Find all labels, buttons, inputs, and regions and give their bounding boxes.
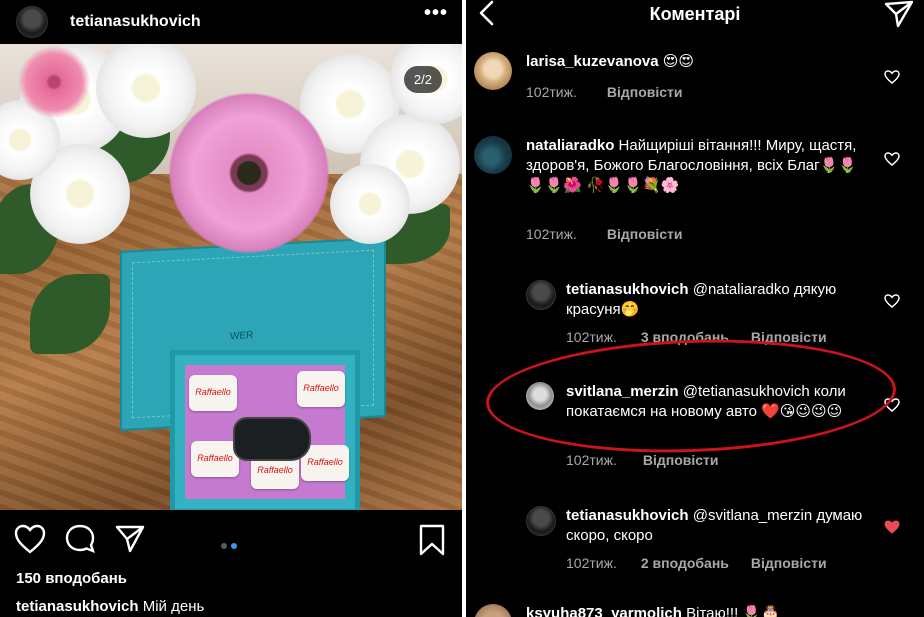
post-author-username[interactable]: tetianasukhovich (70, 13, 201, 31)
comment-username[interactable]: ksyuha873_yarmolich (526, 605, 682, 617)
carousel-dot-active (231, 543, 237, 549)
comment-time: 102тиж. (566, 555, 617, 571)
reply-item: tetianasukhovich @svitlana_merzin думаю … (566, 506, 866, 546)
post-panel: tetianasukhovich ••• WER Raffaello Raffa… (0, 0, 462, 617)
commenter-avatar[interactable] (474, 136, 512, 174)
commenter-avatar[interactable] (474, 604, 512, 617)
comment-meta: 102тиж. Відповісти (526, 84, 711, 100)
comment-username[interactable]: nataliaradko (526, 137, 614, 154)
white-chrysanthemum (330, 164, 410, 244)
comment-likes-count[interactable]: 2 вподобань (641, 555, 729, 571)
comments-panel: Коментарі larisa_kuzevanova 😍😍 102тиж. Ві… (466, 0, 924, 617)
carousel-indicator (221, 536, 241, 554)
post-photo[interactable]: WER Raffaello Raffaello Raffaello Raffae… (0, 44, 462, 510)
comment-item: ksyuha873_yarmolich Вітаю!!! 🌷🎂 (526, 604, 866, 617)
pink-gerbera-small (14, 44, 94, 122)
send-icon[interactable] (884, 0, 914, 28)
reply-item: tetianasukhovich @nataliaradko дякую кра… (566, 280, 866, 320)
car-key (233, 417, 311, 461)
reply-button[interactable]: Відповісти (643, 452, 719, 468)
share-icon[interactable] (114, 524, 146, 554)
box-contents: Raffaello Raffaello Raffaello Raffaello … (185, 365, 349, 499)
post-action-bar (0, 516, 462, 562)
open-gift-box: Raffaello Raffaello Raffaello Raffaello … (170, 350, 360, 510)
comment-username[interactable]: larisa_kuzevanova (526, 53, 659, 70)
raffaello-candy: Raffaello (189, 375, 237, 411)
post-caption: tetianasukhovich Мій день (16, 598, 204, 615)
comment-icon[interactable] (64, 524, 96, 554)
post-author-avatar[interactable] (16, 6, 48, 38)
comment-meta: 102тиж. Відповісти (566, 452, 747, 468)
comment-username[interactable]: tetianasukhovich (566, 281, 689, 298)
comment-text: Вітаю!!! 🌷🎂 (686, 605, 780, 617)
comment-time: 102тиж. (526, 226, 577, 242)
reply-button[interactable]: Відповісти (607, 226, 683, 242)
commenter-avatar[interactable] (526, 506, 556, 536)
comment-like-heart-icon[interactable] (884, 70, 900, 84)
likes-count[interactable]: 150 вподобань (16, 570, 127, 587)
comments-title: Коментарі (649, 4, 741, 24)
more-options-icon[interactable]: ••• (424, 2, 448, 25)
caption-username[interactable]: tetianasukhovich (16, 598, 139, 615)
red-highlight-circle (484, 332, 898, 460)
commenter-avatar[interactable] (526, 280, 556, 310)
comment-time: 102тиж. (566, 452, 617, 468)
comment-meta: 102тиж. Відповісти (526, 226, 711, 242)
comment-time: 102тиж. (526, 84, 577, 100)
bookmark-icon[interactable] (418, 524, 446, 556)
caption-text: Мій день (142, 598, 205, 615)
box-label: WER (230, 329, 254, 343)
reply-button[interactable]: Відповісти (751, 555, 827, 571)
comment-meta: 102тиж. 2 вподобань Відповісти (566, 555, 855, 571)
comment-username[interactable]: tetianasukhovich (566, 507, 689, 524)
post-header: tetianasukhovich ••• (0, 0, 462, 44)
raffaello-candy: Raffaello (297, 371, 345, 407)
comment-item: larisa_kuzevanova 😍😍 (526, 52, 866, 72)
carousel-dot (221, 543, 227, 549)
comments-header: Коментарі (466, 0, 924, 34)
comment-text: 😍😍 (662, 53, 695, 70)
comment-like-heart-icon[interactable] (884, 294, 900, 308)
raffaello-candy: Raffaello (191, 441, 239, 477)
pink-gerbera (160, 84, 338, 262)
comment-liked-heart-icon[interactable] (884, 520, 900, 534)
comment-like-heart-icon[interactable] (884, 152, 900, 166)
heart-icon[interactable] (14, 524, 46, 554)
comment-item: nataliaradko Найщиріші вітання!!! Миру, … (526, 136, 866, 196)
reply-button[interactable]: Відповісти (607, 84, 683, 100)
photo-pager-badge: 2/2 (403, 66, 442, 93)
commenter-avatar[interactable] (474, 52, 512, 90)
comment-time: 102тиж. (566, 329, 617, 345)
